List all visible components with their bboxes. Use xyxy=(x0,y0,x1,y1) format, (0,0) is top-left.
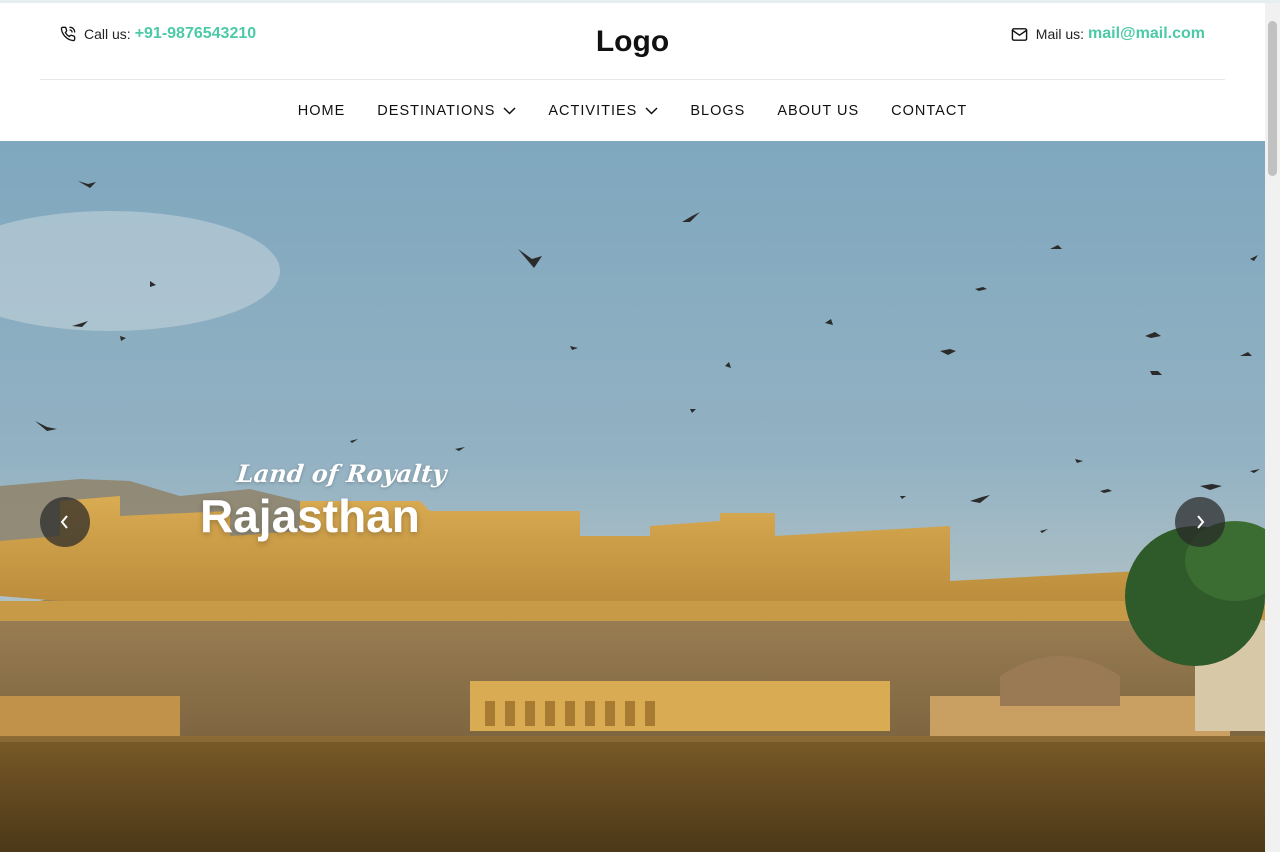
mail-us[interactable]: Mail us: mail@mail.com xyxy=(1011,25,1205,43)
scrollbar-thumb[interactable] xyxy=(1268,21,1277,176)
main-nav: HOME DESTINATIONS ACTIVITIES BLOGS ABOUT… xyxy=(0,80,1265,141)
nav-item-label: CONTACT xyxy=(891,102,968,119)
nav-item-label: ACTIVITIES xyxy=(548,102,638,119)
contact-row: Call us: +91-9876543210 Logo Mail us: ma… xyxy=(40,3,1225,79)
nav-item-destinations[interactable]: DESTINATIONS xyxy=(361,103,532,119)
hero-title: Rajasthan xyxy=(200,490,420,542)
mail-icon xyxy=(1011,27,1028,41)
nav-item-contact[interactable]: CONTACT xyxy=(875,103,983,119)
site-header: Call us: +91-9876543210 Logo Mail us: ma… xyxy=(0,3,1265,141)
nav-item-activities[interactable]: ACTIVITIES xyxy=(532,103,674,119)
nav-item-blogs[interactable]: BLOGS xyxy=(674,103,761,119)
hero-tagline: Land of Royalty xyxy=(235,459,448,488)
nav-item-label: DESTINATIONS xyxy=(377,102,496,119)
slider-prev-button[interactable] xyxy=(40,497,90,547)
nav-item-label: BLOGS xyxy=(690,102,746,119)
mail-label: Mail us: xyxy=(1035,26,1085,42)
chevron-down-icon xyxy=(645,106,658,115)
email-link[interactable]: mail@mail.com xyxy=(1088,25,1205,43)
hero-background-image xyxy=(0,141,1265,852)
nav-item-label: HOME xyxy=(297,102,346,119)
nav-item-about-us[interactable]: ABOUT US xyxy=(761,103,875,119)
hero-slider: Land of Royalty Rajasthan xyxy=(0,141,1265,852)
page-scrollbar[interactable] xyxy=(1265,3,1280,852)
chevron-down-icon xyxy=(503,106,516,115)
slider-next-button[interactable] xyxy=(1175,497,1225,547)
chevron-left-icon xyxy=(60,515,68,529)
nav-item-home[interactable]: HOME xyxy=(282,103,362,119)
chevron-right-icon xyxy=(1197,515,1205,529)
nav-item-label: ABOUT US xyxy=(777,102,860,119)
